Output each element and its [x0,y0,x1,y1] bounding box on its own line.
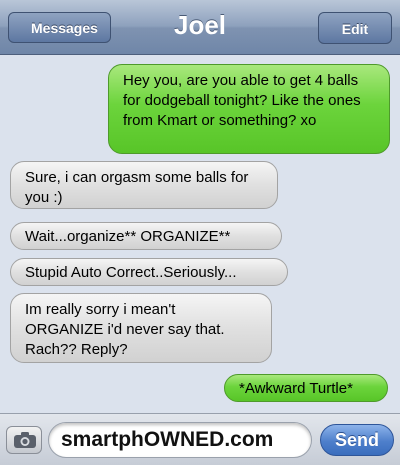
message-bubble-received: Im really sorry i mean't ORGANIZE i'd ne… [10,293,272,363]
camera-button[interactable] [6,426,42,454]
edit-button[interactable]: Edit [318,12,392,44]
message-bubble-received: Sure, i can orgasm some balls for you :) [10,161,278,209]
message-bubble-sent: *Awkward Turtle* [224,374,388,402]
send-button[interactable]: Send [320,424,394,456]
message-input[interactable]: smartphOWNED.com [48,422,312,458]
compose-bar: smartphOWNED.com Send [0,413,400,465]
navigation-bar: Messages Joel Edit [0,0,400,55]
camera-icon [14,432,36,448]
message-bubble-received: Wait...organize** ORGANIZE** [10,222,282,250]
conversation-thread[interactable]: Hey you, are you able to get 4 balls for… [0,55,400,413]
message-bubble-received: Stupid Auto Correct..Seriously... [10,258,288,286]
message-bubble-sent: Hey you, are you able to get 4 balls for… [108,64,390,154]
